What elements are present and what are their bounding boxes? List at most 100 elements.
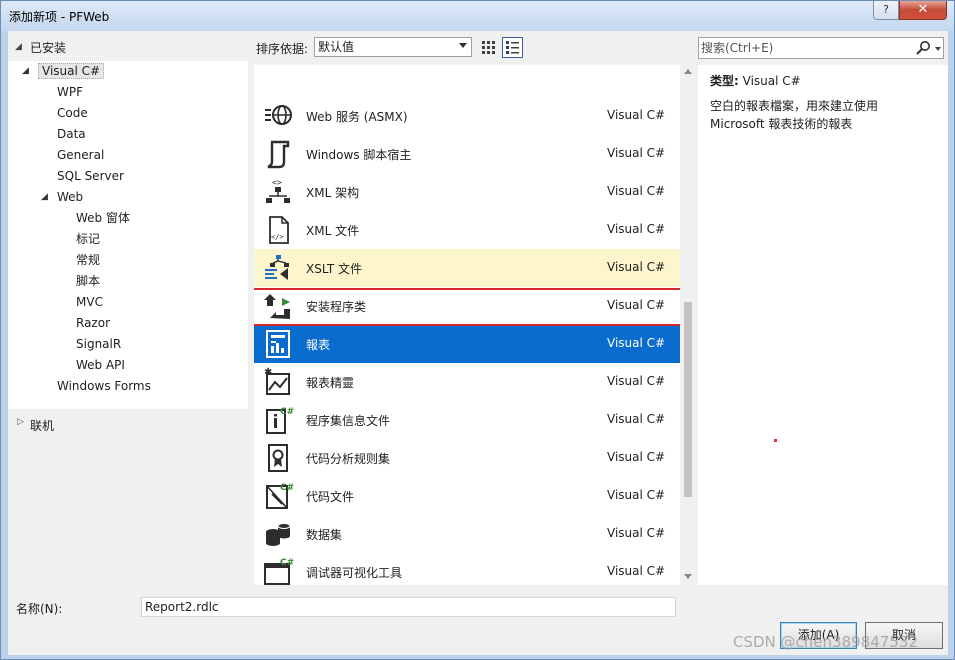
tree-node[interactable]: Web API (76, 355, 125, 375)
tree-node[interactable]: MVC (76, 292, 103, 312)
close-button[interactable]: ✕ (899, 1, 947, 20)
code-file-icon: C# (266, 483, 294, 509)
title-bar[interactable]: 添加新项 - PFWeb ? ✕ (1, 1, 954, 31)
online-label[interactable]: 联机 (30, 417, 54, 434)
report-icon (266, 330, 290, 358)
template-row[interactable]: Web 服务 (ASMX) Visual C# (254, 97, 680, 135)
list-view-button[interactable] (502, 37, 523, 58)
scroll-down-icon[interactable] (684, 574, 692, 579)
grid-view-icon (482, 41, 495, 54)
scroll-up-icon[interactable] (684, 69, 692, 74)
template-list[interactable]: Web 服务 (ASMX) Visual C# Windows 脚本宿主 Visual… (254, 65, 696, 585)
tree-node[interactable]: ◢ Web (41, 187, 83, 207)
tree-node-label: General (57, 148, 105, 162)
tree-node-label: MVC (76, 295, 103, 309)
template-row[interactable]: 報表 Visual C# (254, 325, 680, 363)
template-name: 调试器可视化工具 (306, 566, 403, 580)
search-options-chevron-icon[interactable] (935, 47, 941, 51)
collapse-triangle-icon[interactable]: ◢ (15, 42, 22, 52)
sort-dropdown[interactable]: 默认值 (314, 37, 472, 57)
template-name: 報表精靈 (306, 376, 355, 390)
list-view-icon (506, 41, 519, 54)
name-field[interactable] (141, 597, 676, 617)
template-language: Visual C# (607, 146, 666, 160)
template-row[interactable]: ✱ 報表精靈 Visual C# (254, 363, 680, 401)
sort-label: 排序依据: (256, 42, 309, 56)
tree-node-label: 标记 (76, 232, 101, 246)
template-name: XSLT 文件 (306, 262, 363, 276)
template-name: Windows 脚本宿主 (306, 148, 412, 162)
template-row[interactable]: 代码分析规则集 Visual C# (254, 439, 680, 477)
template-row[interactable]: XSLT 文件 Visual C# (254, 249, 680, 287)
tree-node[interactable]: Web 窗体 (76, 208, 130, 228)
selection-annotation-box (254, 288, 683, 326)
tree-node[interactable]: General (57, 145, 104, 165)
tree-node[interactable]: Windows Forms (57, 376, 151, 396)
expand-triangle-icon[interactable]: ◢ (22, 61, 29, 81)
scrollbar-thumb[interactable] (684, 302, 692, 497)
template-name: 報表 (306, 338, 331, 352)
globe-service-icon (265, 105, 292, 125)
detail-type-label: 类型: (710, 74, 739, 88)
template-row[interactable]: C# 代码文件 Visual C# (254, 477, 680, 515)
report-wizard-icon: ✱ (264, 367, 290, 395)
tree-node[interactable]: Razor (76, 313, 110, 333)
watermark: CSDN @chen389847532 (733, 633, 918, 651)
template-row[interactable]: <> XML 架构 Visual C# (254, 173, 680, 211)
tree-node-label: Visual C# (38, 63, 105, 79)
svg-text:C#: C# (280, 558, 294, 568)
installed-header[interactable]: ◢ 已安装 (8, 31, 248, 61)
template-row[interactable]: C# 调试器可视化工具 Visual C# (254, 553, 680, 585)
tree-node[interactable]: SignalR (76, 334, 121, 354)
tree-node[interactable]: SQL Server (57, 166, 124, 186)
svg-text:✱: ✱ (264, 367, 272, 378)
detail-description: 空白的報表檔案，用來建立使用 Microsoft 報表技術的報表 (710, 99, 879, 131)
expand-triangle-icon[interactable]: ◢ (41, 187, 48, 207)
tree-node-label: Data (57, 127, 86, 141)
tree-node-label: WPF (57, 85, 84, 99)
xslt-file-icon (265, 255, 289, 280)
tree-node[interactable]: Data (57, 124, 86, 144)
template-language: Visual C# (607, 222, 666, 236)
template-row[interactable]: Windows 脚本宿主 Visual C# (254, 135, 680, 173)
online-section: ▷ 联机 (8, 409, 248, 585)
xml-file-icon: </> (269, 216, 289, 244)
expand-triangle-icon[interactable]: ▷ (17, 417, 24, 427)
tree-node[interactable]: ◢ Visual C# (22, 61, 105, 81)
detail-type: 类型: Visual C# (710, 72, 801, 89)
template-list-scrollbar[interactable] (680, 65, 696, 585)
xml-schema-icon: <> (266, 178, 290, 203)
search-box[interactable] (698, 37, 944, 59)
template-language: Visual C# (607, 450, 666, 464)
template-row[interactable]: </> XML 文件 Visual C# (254, 211, 680, 249)
tree-node[interactable]: 脚本 (76, 271, 100, 291)
ruleset-icon (268, 444, 288, 472)
template-category-tree[interactable]: ◢ Visual C# WPF Code Data General SQL Server ◢ W… (8, 61, 248, 409)
template-language: Visual C# (607, 260, 666, 274)
template-detail-pane: 类型: Visual C# 空白的報表檔案，用來建立使用 Microsoft 報… (698, 65, 948, 585)
add-new-item-dialog: 添加新项 - PFWeb ? ✕ ◢ 已安装 ◢ Visual C# WPF Code… (0, 0, 955, 660)
dataset-icon (266, 523, 291, 546)
template-language: Visual C# (607, 526, 666, 540)
red-dot-mark (774, 439, 777, 442)
search-icon[interactable] (915, 40, 933, 56)
assembly-info-icon: C# (266, 407, 294, 434)
tree-node[interactable]: 常规 (76, 250, 100, 270)
template-row[interactable]: 数据集 Visual C# (254, 515, 680, 553)
tree-node[interactable]: 标记 (76, 229, 100, 249)
grid-view-button[interactable] (478, 37, 499, 58)
tree-node[interactable]: Code (57, 103, 88, 123)
chevron-down-icon (459, 43, 467, 48)
search-input[interactable] (701, 39, 907, 57)
dialog-body: ◢ 已安装 ◢ Visual C# WPF Code Data General SQL Se… (8, 31, 948, 655)
template-language: Visual C# (607, 184, 666, 198)
template-row[interactable]: C# 程序集信息文件 Visual C# (254, 401, 680, 439)
name-label: 名称(N): (16, 602, 63, 616)
template-language: Visual C# (607, 374, 666, 388)
help-button[interactable]: ? (873, 1, 899, 20)
tree-node-label: Web API (76, 358, 125, 372)
installed-label: 已安装 (30, 41, 67, 55)
template-name: 程序集信息文件 (306, 414, 391, 428)
tree-node[interactable]: WPF (57, 82, 83, 102)
template-name: Web 服务 (ASMX) (306, 110, 408, 124)
